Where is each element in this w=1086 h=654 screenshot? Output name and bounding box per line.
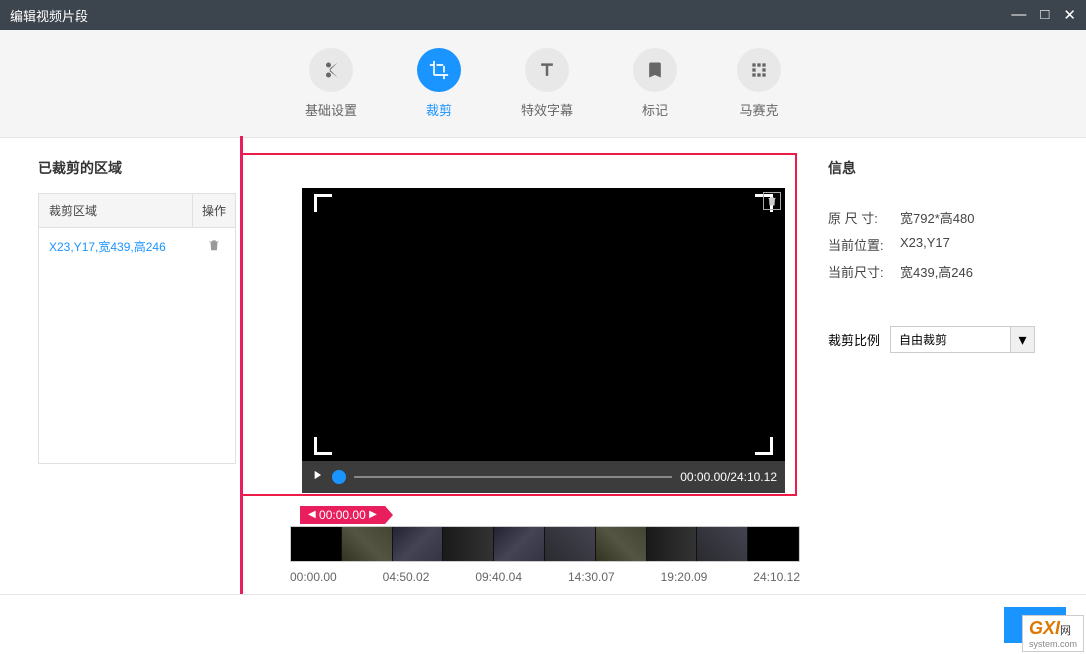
scissors-icon — [309, 48, 353, 92]
window-title: 编辑视频片段 — [10, 6, 88, 25]
crop-ratio-row: 裁剪比例 自由裁剪 ▾ — [828, 326, 1066, 353]
tool-subtitle[interactable]: 特效字幕 — [521, 48, 573, 119]
tool-mosaic[interactable]: 马赛克 — [737, 48, 781, 119]
crop-delete-button[interactable] — [763, 192, 781, 210]
crop-ratio-label: 裁剪比例 — [828, 330, 880, 349]
progress-bar[interactable] — [354, 476, 672, 478]
crop-region-text: X23,Y17,宽439,高246 — [39, 228, 193, 267]
thumbnail — [393, 527, 444, 561]
time-label: 09:40.04 — [475, 570, 522, 584]
time-label: 00:00.00 — [290, 570, 337, 584]
info-title: 信息 — [828, 158, 1066, 178]
tool-basic-label: 基础设置 — [305, 100, 357, 119]
info-current-position: 当前位置: X23,Y17 — [828, 235, 1066, 254]
tool-crop-label: 裁剪 — [426, 100, 452, 119]
tool-mark[interactable]: 标记 — [633, 48, 677, 119]
thumbnail — [596, 527, 647, 561]
timeline-marker[interactable] — [240, 136, 243, 595]
crop-icon — [417, 48, 461, 92]
cropped-regions-title: 已裁剪的区域 — [38, 158, 240, 178]
left-panel: 已裁剪的区域 裁剪区域 操作 X23,Y17,宽439,高246 — [0, 138, 240, 593]
close-button[interactable]: ✕ — [1063, 6, 1076, 24]
crop-table: 裁剪区域 操作 X23,Y17,宽439,高246 — [38, 193, 236, 464]
time-label: 04:50.02 — [383, 570, 430, 584]
time-labels: 00:00.00 04:50.02 09:40.04 14:30.07 19:2… — [290, 570, 800, 584]
time-label: 19:20.09 — [661, 570, 708, 584]
thumbnail-strip[interactable] — [290, 526, 800, 562]
tool-basic-settings[interactable]: 基础设置 — [305, 48, 357, 119]
thumbnail — [494, 527, 545, 561]
timeline-flag[interactable]: ◀ 00:00.00 ▶ — [300, 506, 385, 524]
mosaic-icon — [737, 48, 781, 92]
header-region: 裁剪区域 — [39, 194, 193, 227]
thumbnail — [291, 527, 342, 561]
tool-mosaic-label: 马赛克 — [740, 100, 779, 119]
footer: 完 — [0, 594, 1086, 654]
delete-icon[interactable] — [207, 238, 221, 252]
maximize-button[interactable]: □ — [1040, 6, 1049, 24]
time-label: 24:10.12 — [753, 570, 800, 584]
tool-crop[interactable]: 裁剪 — [417, 48, 461, 119]
window-controls: — □ ✕ — [1011, 6, 1076, 24]
thumbnail — [647, 527, 698, 561]
text-icon — [525, 48, 569, 92]
crop-handle-tl[interactable] — [314, 194, 332, 212]
player-controls: 00:00.00/24:10.12 — [302, 461, 785, 493]
crop-ratio-select[interactable]: 自由裁剪 ▾ — [890, 326, 1035, 353]
toolbar: 基础设置 裁剪 特效字幕 标记 马赛克 — [0, 30, 1086, 138]
timeline: ◀ 00:00.00 ▶ 00:00.00 04:50.02 — [290, 504, 800, 584]
time-label: 14:30.07 — [568, 570, 615, 584]
video-preview[interactable] — [302, 188, 785, 461]
center-panel: 00:00.00/24:10.12 ◀ 00:00.00 ▶ — [240, 138, 810, 593]
time-display: 00:00.00/24:10.12 — [680, 470, 777, 484]
play-button[interactable] — [310, 468, 324, 487]
thumbnail — [697, 527, 748, 561]
info-original-size: 原 尺 寸: 宽792*高480 — [828, 208, 1066, 227]
watermark: GXI网 system.com — [1022, 615, 1084, 652]
thumbnail — [342, 527, 393, 561]
crop-handle-br[interactable] — [755, 437, 773, 455]
thumbnail — [443, 527, 494, 561]
info-panel: 信息 原 尺 寸: 宽792*高480 当前位置: X23,Y17 当前尺寸: … — [810, 138, 1086, 593]
crop-handle-bl[interactable] — [314, 437, 332, 455]
video-preview-frame: 00:00.00/24:10.12 — [240, 153, 797, 496]
crop-table-row[interactable]: X23,Y17,宽439,高246 — [39, 228, 235, 267]
playhead[interactable] — [332, 470, 346, 484]
thumbnail — [545, 527, 596, 561]
chevron-down-icon: ▾ — [1010, 327, 1034, 352]
bookmark-icon — [633, 48, 677, 92]
thumbnail — [748, 527, 799, 561]
titlebar: 编辑视频片段 — □ ✕ — [0, 0, 1086, 30]
info-current-size: 当前尺寸: 宽439,高246 — [828, 262, 1066, 281]
tool-mark-label: 标记 — [642, 100, 668, 119]
minimize-button[interactable]: — — [1011, 6, 1026, 24]
tool-subtitle-label: 特效字幕 — [521, 100, 573, 119]
header-action: 操作 — [193, 194, 235, 227]
crop-table-header: 裁剪区域 操作 — [39, 194, 235, 228]
